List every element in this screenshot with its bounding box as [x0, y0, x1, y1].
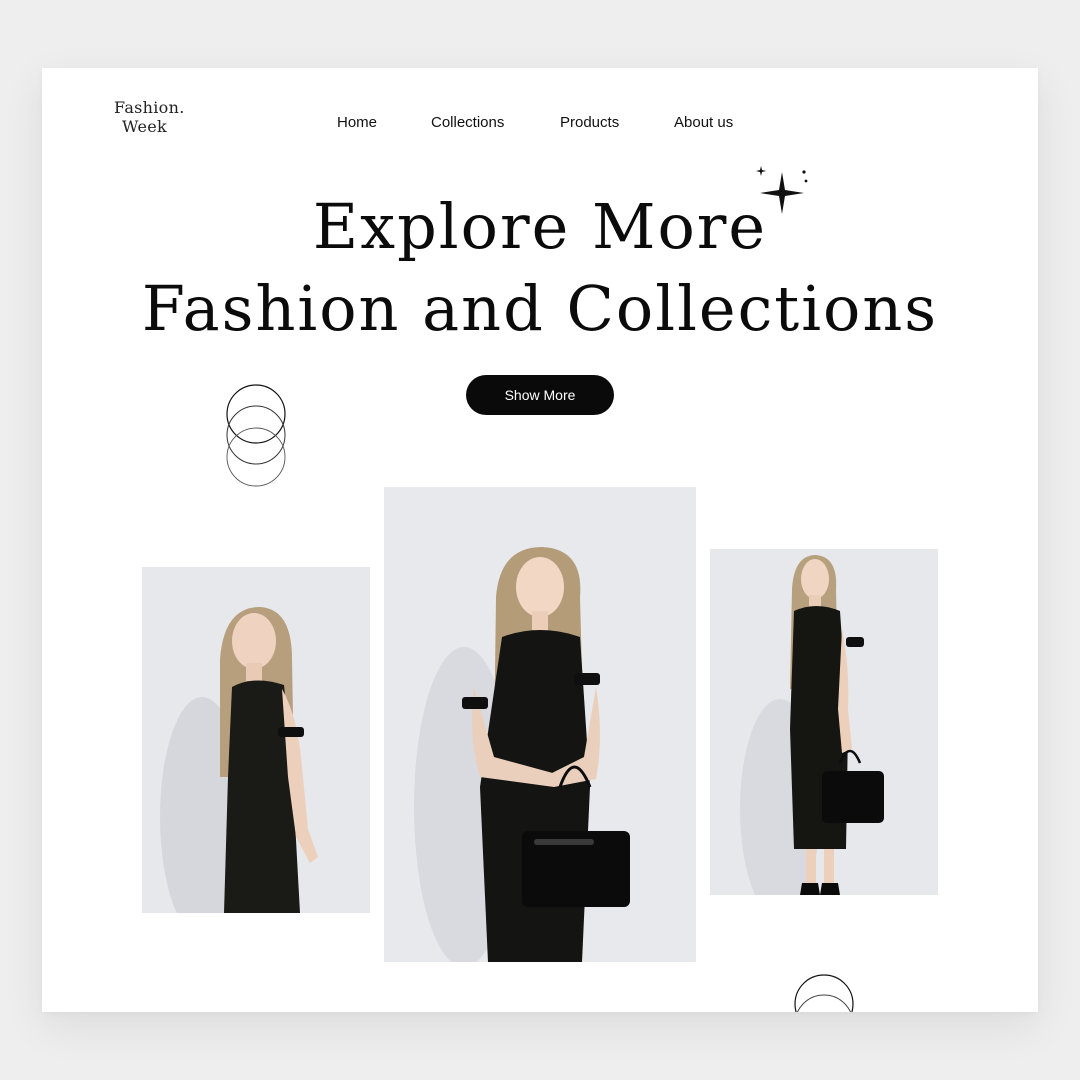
main-nav: Home Collections Products About us	[42, 114, 1038, 134]
model-photo-right	[710, 549, 938, 895]
hero-title-line2: Fashion and Collections	[141, 272, 939, 345]
nav-item-home[interactable]: Home	[337, 114, 377, 131]
hero-title: Explore More Fashion and Collections	[42, 186, 1038, 350]
collection-photo-right[interactable]	[710, 549, 938, 895]
rings-icon	[226, 384, 286, 487]
nav-item-products[interactable]: Products	[560, 114, 619, 131]
show-more-button[interactable]: Show More	[466, 375, 614, 415]
nav-item-collections[interactable]: Collections	[431, 114, 504, 131]
model-photo-center	[384, 487, 696, 962]
half-ring-icon	[794, 974, 854, 1012]
model-photo-left	[142, 567, 370, 913]
hero-title-line1: Explore More	[312, 190, 768, 263]
nav-item-about-us[interactable]: About us	[674, 114, 733, 131]
collection-photo-center[interactable]	[384, 487, 696, 962]
page-card: Fashion. Week Home Collections Products …	[42, 68, 1038, 1012]
collection-photo-left[interactable]	[142, 567, 370, 913]
